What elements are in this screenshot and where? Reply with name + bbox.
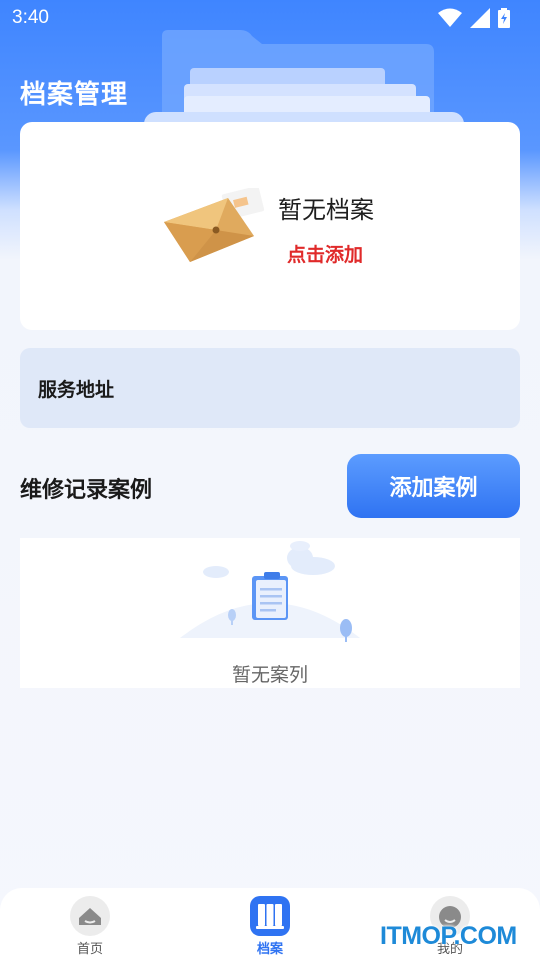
empty-clipboard-icon <box>180 541 360 642</box>
archive-empty-text: 暂无档案 <box>278 196 374 224</box>
status-time: 3:40 <box>12 7 49 28</box>
nav-label-archive: 档案 <box>256 942 283 957</box>
watermark: ITMOP.COM <box>380 922 517 950</box>
nav-item-home[interactable]: 首页 <box>50 896 130 957</box>
nav-item-archive[interactable]: 档案 <box>230 896 310 957</box>
battery-icon <box>498 8 510 28</box>
status-icons <box>438 8 510 28</box>
case-empty-panel: 暂无案列 <box>20 538 520 688</box>
page-title: 档案管理 <box>20 80 129 110</box>
wifi-icon <box>438 8 462 27</box>
signal-icon <box>470 8 490 28</box>
repair-section-title: 维修记录案例 <box>20 478 153 503</box>
nav-label-home: 首页 <box>76 942 103 957</box>
archive-card[interactable]: 暂无档案 点击添加 <box>20 122 520 330</box>
home-icon <box>70 896 110 936</box>
service-address-row[interactable]: 服务地址 <box>20 348 520 428</box>
add-case-button[interactable]: 添加案例 <box>347 454 520 518</box>
envelope-icon <box>164 188 265 262</box>
archive-icon <box>250 896 290 936</box>
add-archive-link[interactable]: 点击添加 <box>287 240 363 267</box>
case-empty-text: 暂无案列 <box>231 664 308 686</box>
service-address-label: 服务地址 <box>38 378 115 401</box>
